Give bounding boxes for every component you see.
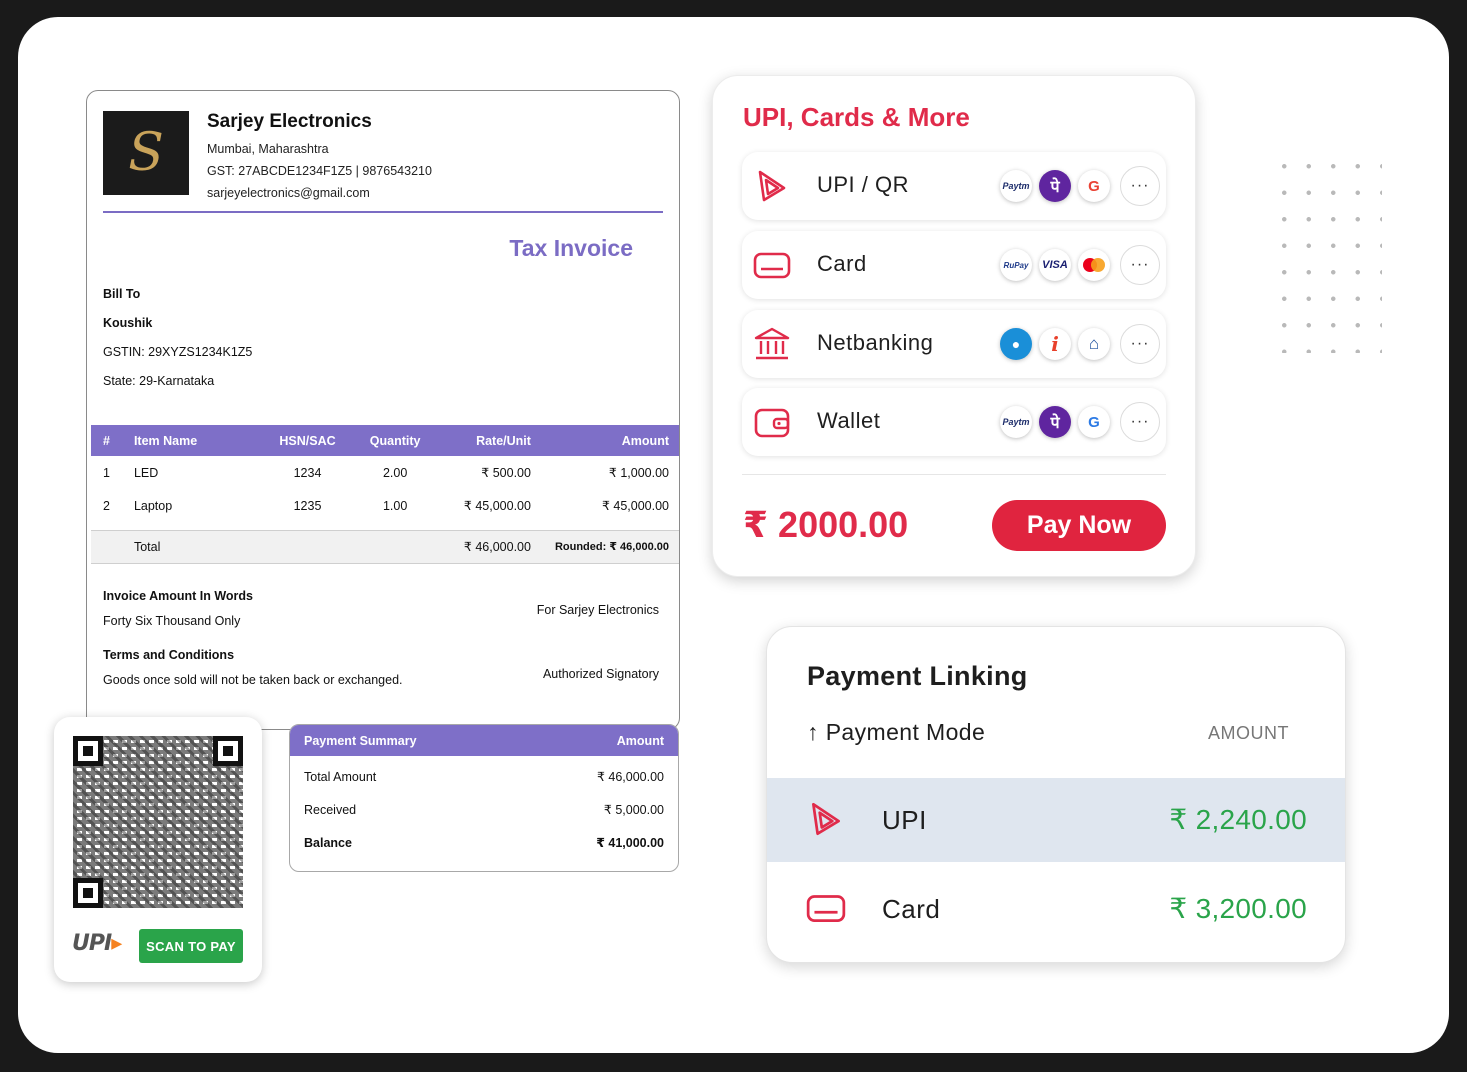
terms-text: Goods once sold will not be taken back o… (103, 673, 403, 687)
company-details: Sarjey Electronics Mumbai, Maharashtra G… (207, 111, 432, 200)
summary-row: Received ₹ 5,000.00 (304, 802, 664, 818)
items-table: # Item Name HSN/SAC Quantity Rate/Unit A… (91, 425, 679, 564)
more-options-button[interactable]: ··· (1120, 245, 1160, 285)
items-header-row: # Item Name HSN/SAC Quantity Rate/Unit A… (91, 425, 679, 456)
total-row: Total ₹ 46,000.00 Rounded: ₹ 46,000.00 (91, 529, 679, 564)
bill-to: Bill To Koushik GSTIN: 29XYZS1234K1Z5 St… (103, 287, 252, 403)
linking-row-card[interactable]: Card ₹ 3,200.00 (767, 867, 1345, 951)
bank-logo-icon: ⌂ (1078, 328, 1110, 360)
gpay-icon: G (1078, 170, 1110, 202)
upi-logo: UPI▸ (72, 931, 122, 956)
company-logo: S (103, 111, 189, 195)
rupay-icon: RuPay (1000, 249, 1032, 281)
words-heading: Invoice Amount In Words (103, 589, 254, 603)
upi-icon (758, 170, 786, 202)
customer-gstin: GSTIN: 29XYZS1234K1Z5 (103, 345, 253, 359)
more-options-button[interactable]: ··· (1120, 166, 1160, 206)
canvas: S Sarjey Electronics Mumbai, Maharashtra… (18, 17, 1449, 1053)
payment-linking-card: Payment Linking ↑ Payment Mode AMOUNT UP… (766, 626, 1346, 963)
company-gst-phone: GST: 27ABCDE1234F1Z5 | 9876543210 (207, 164, 432, 178)
pay-amount: ₹ 2000.00 (743, 504, 909, 545)
option-wallet[interactable]: Wallet Paytm पे G ··· (742, 388, 1166, 456)
payment-linking-title: Payment Linking (807, 661, 1028, 691)
words-value: Forty Six Thousand Only (103, 614, 241, 628)
payment-options-card: UPI, Cards & More UPI / QR Paytm पे G ··… (712, 75, 1196, 577)
col-no: # (91, 425, 122, 456)
table-row: 2 Laptop 1235 1.00 ₹ 45,000.00 ₹ 45,000.… (103, 498, 669, 514)
more-options-button[interactable]: ··· (1120, 324, 1160, 364)
summary-row: Balance ₹ 41,000.00 (304, 835, 664, 851)
upi-icon (812, 802, 840, 836)
bank-icon (754, 327, 790, 360)
more-options-button[interactable]: ··· (1120, 402, 1160, 442)
phonepe-icon: पे (1039, 406, 1071, 438)
card-icon (753, 252, 791, 279)
payment-summary: Payment Summary Amount Total Amount ₹ 46… (289, 724, 679, 872)
company-email: sarjeyelectronics@gmail.com (207, 186, 370, 200)
option-card[interactable]: Card RuPay VISA ··· (742, 231, 1166, 299)
gpay-icon: G (1078, 406, 1110, 438)
divider (742, 474, 1166, 475)
wallet-icon (754, 408, 790, 438)
for-company: For Sarjey Electronics (536, 603, 659, 617)
col-amount: Amount (542, 425, 679, 456)
total-value: ₹ 46,000.00 (438, 529, 543, 564)
table-row: 1 LED 1234 2.00 ₹ 500.00 ₹ 1,000.00 (103, 465, 669, 481)
sbi-icon: ● (1000, 328, 1032, 360)
amount-in-words: Invoice Amount In Words Forty Six Thousa… (103, 589, 403, 698)
rounded-total: Rounded: ₹ 46,000.00 (542, 529, 679, 564)
company-address: Mumbai, Maharashtra (207, 142, 329, 156)
qr-code[interactable] (73, 736, 243, 908)
paytm-icon: Paytm (1000, 406, 1032, 438)
bill-to-heading: Bill To (103, 287, 141, 301)
total-label: Total (121, 529, 264, 564)
col-item-name: Item Name (121, 425, 264, 456)
summary-header: Payment Summary Amount (290, 725, 678, 756)
invoice-title: Tax Invoice (509, 235, 633, 261)
phonepe-icon: पे (1039, 170, 1071, 202)
authorized-signatory: Authorized Signatory (542, 667, 659, 681)
card-icon (806, 895, 846, 922)
pay-now-button[interactable]: Pay Now (992, 500, 1166, 551)
mastercard-icon (1078, 249, 1110, 281)
payment-options-title: UPI, Cards & More (743, 102, 970, 132)
amount-column-header: AMOUNT (1208, 723, 1289, 743)
icici-icon: i (1039, 328, 1071, 360)
linking-row-upi[interactable]: UPI ₹ 2,240.00 (767, 778, 1345, 862)
scan-to-pay-button[interactable]: SCAN TO PAY (139, 929, 243, 963)
visa-icon: VISA (1039, 249, 1071, 281)
tax-invoice: S Sarjey Electronics Mumbai, Maharashtra… (86, 90, 680, 730)
summary-row: Total Amount ₹ 46,000.00 (304, 769, 664, 785)
customer-state: State: 29-Karnataka (103, 374, 215, 388)
terms-heading: Terms and Conditions (103, 648, 235, 662)
customer-name: Koushik (103, 316, 153, 330)
invoice-header: S Sarjey Electronics Mumbai, Maharashtra… (103, 111, 663, 213)
decorative-dots (1272, 153, 1382, 353)
col-quantity: Quantity (351, 425, 439, 456)
option-upi-qr[interactable]: UPI / QR Paytm पे G ··· (742, 152, 1166, 220)
paytm-icon: Paytm (1000, 170, 1032, 202)
payment-mode-sort[interactable]: ↑ Payment Mode (807, 719, 985, 746)
col-rate: Rate/Unit (438, 425, 543, 456)
company-name: Sarjey Electronics (207, 111, 372, 132)
option-netbanking[interactable]: Netbanking ● i ⌂ ··· (742, 310, 1166, 378)
col-hsn: HSN/SAC (263, 425, 352, 456)
qr-card: UPI▸ SCAN TO PAY (54, 717, 262, 982)
